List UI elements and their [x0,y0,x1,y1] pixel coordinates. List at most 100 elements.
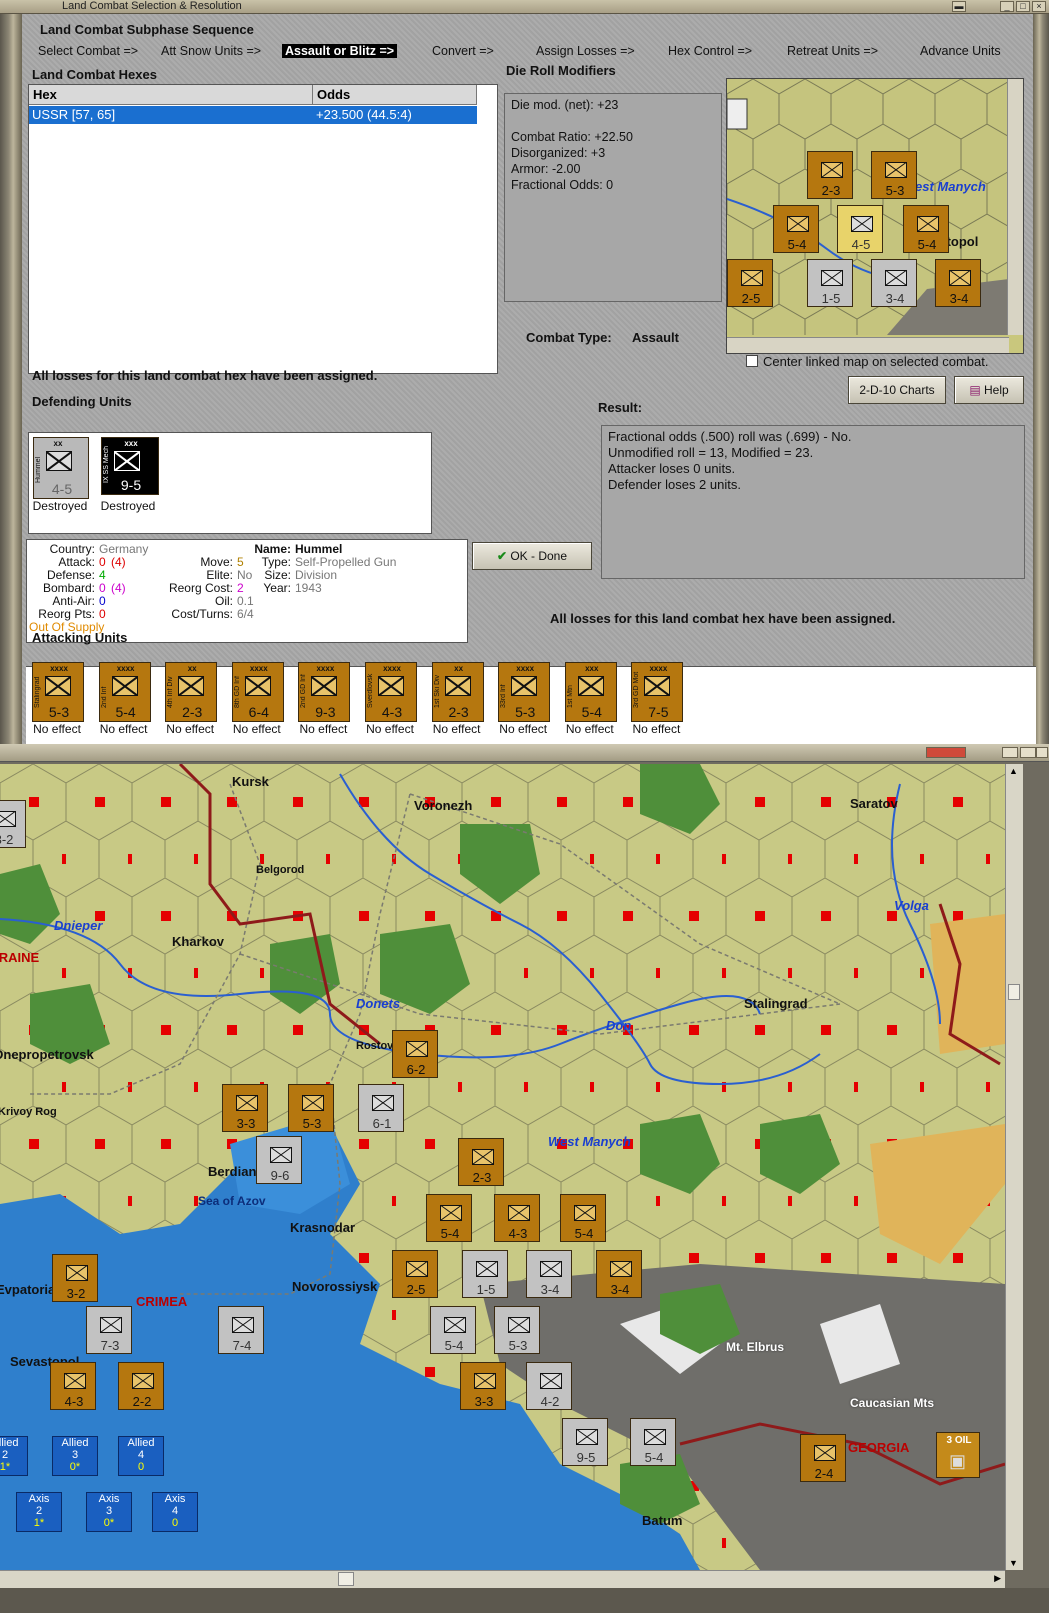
phase-step[interactable]: Att Snow Units => [161,44,261,58]
map-unit-counter[interactable]: 6-1 [358,1084,404,1132]
map-unit-counter[interactable]: 3-2 [0,800,26,848]
supply-box[interactable]: Axis 3 0* [86,1492,132,1532]
column-header-odds[interactable]: Odds [313,85,477,105]
supply-box[interactable]: Axis 2 1* [16,1492,62,1532]
attacking-unit[interactable]: xxxx Stalingrad 5-3 [32,662,84,722]
minimap-vertical-scrollbar[interactable] [1007,79,1023,335]
river-label: Volga [894,898,929,913]
minimap-combat-unit[interactable]: 4-5 [837,205,883,253]
hex-row-selected[interactable]: USSR [57, 65] +23.500 (44.5:4) [29,106,477,124]
map-unit-counter[interactable]: 6-2 [392,1030,438,1078]
phase-step-active[interactable]: Assault or Blitz => [282,44,398,58]
minimap-unit[interactable]: 5-3 [871,151,917,199]
map-unit-counter[interactable]: 2-5 [392,1250,438,1298]
ok-done-button[interactable]: ✔ OK - Done [472,542,592,570]
map-area[interactable]: Kursk Voronezh Saratov Belgorod Kharkov … [0,764,1005,1570]
minimap-unit[interactable]: 3-4 [935,259,981,307]
defending-unit-hummel[interactable]: xx Hummel 4-5 [33,437,89,499]
minimap-unit[interactable]: 3-4 [871,259,917,307]
unit-status: No effect [232,722,281,736]
attacking-unit[interactable]: xxx 1st Mtn 5-4 [564,662,617,722]
map-unit-counter[interactable]: 5-4 [630,1418,676,1466]
map-unit-counter[interactable]: 5-4 [560,1194,606,1242]
result-box: Fractional odds (.500) roll was (.699) -… [601,425,1025,579]
map-minimize-button[interactable] [1002,747,1018,758]
attacking-unit[interactable]: xx 1st Ski Div 2-3 [431,662,484,722]
defending-unit-ix-ss-mech[interactable]: xxx IX SS Mech 9-5 [101,437,159,495]
unit-strength: 4-3 [64,1394,84,1409]
scroll-up-icon[interactable]: ▲ [1009,766,1018,776]
charts-button[interactable]: 2-D-10 Charts [848,376,946,404]
map-unit-counter[interactable]: 5-3 [288,1084,334,1132]
map-unit-counter[interactable]: 5-3 [494,1306,540,1354]
map-horizontal-scrollbar[interactable]: ▶ [0,1570,1005,1588]
attacking-unit[interactable]: xxxx 3rd GD Mot 7-5 [631,662,684,722]
minimap-unit[interactable]: 2-3 [807,151,853,199]
map-unit-counter[interactable]: 3-4 [526,1250,572,1298]
map-vertical-scrollbar[interactable]: ▲ ▼ [1005,764,1023,1570]
phase-step[interactable]: Assign Losses => [536,44,635,58]
map-unit-counter[interactable]: 4-2 [526,1362,572,1410]
attacking-unit[interactable]: xxxx 8th GD Inf 6-4 [231,662,284,722]
minimize-button[interactable]: _ [1000,1,1014,12]
map-unit-counter[interactable]: 9-6 [256,1136,302,1184]
map-unit-counter[interactable]: 3-4 [596,1250,642,1298]
minimap-unit[interactable]: 5-4 [773,205,819,253]
map-unit-counter[interactable]: 2-2 [118,1362,164,1410]
river-label: Dnieper [54,918,103,933]
attacking-unit[interactable]: xx 4th Inf Div 2-3 [165,662,218,722]
minimap-unit[interactable]: 5-4 [903,205,949,253]
map-unit-counter[interactable]: 2-3 [458,1138,504,1186]
maximize-button[interactable]: □ [1016,1,1030,12]
column-header-hex[interactable]: Hex [29,85,313,105]
map-unit-counter[interactable]: 7-4 [218,1306,264,1354]
unit-strength: 2-3 [448,704,469,720]
unit-type-icon [100,1317,122,1333]
unit-type-icon [440,1205,462,1221]
info-value: Division [295,568,338,582]
hex-list[interactable]: Hex Odds USSR [57, 65] +23.500 (44.5:4) [28,84,498,374]
map-unit-counter[interactable]: 5-4 [426,1194,472,1242]
map-unit-counter[interactable]: 3-3 [222,1084,268,1132]
phase-step[interactable]: Select Combat => [38,44,138,58]
losses-assigned-message-2: All losses for this land combat hex have… [550,611,896,626]
map-unit-counter[interactable]: 3-2 [52,1254,98,1302]
supply-box[interactable]: Allied 3 0* [52,1436,98,1476]
scroll-thumb[interactable] [1008,984,1020,1000]
scroll-down-icon[interactable]: ▼ [1009,1558,1018,1568]
supply-box[interactable]: Allied21* [0,1436,28,1476]
map-unit-counter[interactable]: 3-3 [460,1362,506,1410]
map-unit-counter[interactable]: 4-3 [494,1194,540,1242]
mini-map[interactable]: West Manych Sevastopol 2-3 5-3 5-4 4-5 5… [726,78,1024,354]
phase-step[interactable]: Advance Units [920,44,1001,58]
oil-resource[interactable]: 3 OIL ▣ [936,1432,980,1478]
attacking-unit[interactable]: xxxx 33rd Inf 5-3 [498,662,551,722]
phase-step[interactable]: Retreat Units => [787,44,878,58]
map-close-button[interactable] [1036,747,1048,758]
minimap-unit[interactable]: 1-5 [807,259,853,307]
scroll-thumb[interactable] [338,1572,354,1586]
unit-strength: 2-4 [814,1466,834,1481]
map-unit-counter[interactable]: 9-5 [562,1418,608,1466]
supply-box[interactable]: Allied 4 0 [118,1436,164,1476]
attacking-unit[interactable]: xxxx 2nd Inf 5-4 [98,662,151,722]
unit-strength: 3-2 [66,1286,86,1301]
help-button[interactable]: ▤ Help [954,376,1024,404]
map-unit-counter[interactable]: 4-3 [50,1362,96,1410]
minimap-horizontal-scrollbar[interactable] [727,337,1009,353]
scroll-right-icon[interactable]: ▶ [994,1573,1001,1584]
map-unit-counter[interactable]: 7-3 [86,1306,132,1354]
map-unit-counter[interactable]: 5-4 [430,1306,476,1354]
phase-step[interactable]: Convert => [432,44,494,58]
minimap-unit[interactable]: 2-5 [727,259,773,307]
center-map-checkbox[interactable] [746,355,758,367]
attacking-unit[interactable]: xxxx 2nd GD Inf 9-3 [298,662,351,722]
attacking-unit[interactable]: xxxx Sverdlovsk 4-3 [365,662,417,722]
map-unit-counter[interactable]: 2-4 [800,1434,846,1482]
phase-step[interactable]: Hex Control => [668,44,752,58]
map-unit-counter[interactable]: 1-5 [462,1250,508,1298]
city-label: Krivoy Rog [0,1106,57,1118]
supply-box[interactable]: Axis 4 0 [152,1492,198,1532]
map-restore-button[interactable] [1020,747,1036,758]
close-button[interactable]: × [1032,1,1046,12]
